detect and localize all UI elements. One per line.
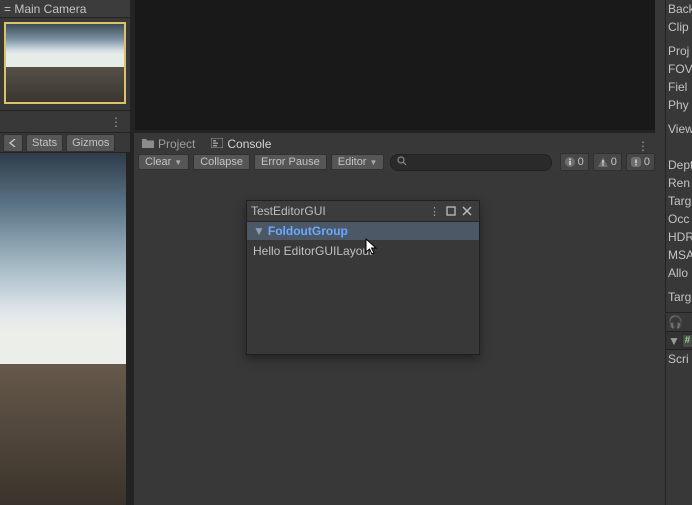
window-titlebar[interactable]: TestEditorGUI ⋮ bbox=[247, 201, 479, 222]
stats-button[interactable]: Stats bbox=[26, 134, 63, 152]
game-view-edge[interactable] bbox=[126, 153, 130, 505]
inspector-panel: Back Clip Proj FOV Fiel Phy View Dept Re… bbox=[665, 0, 692, 505]
error-pause-button[interactable]: Error Pause bbox=[254, 154, 327, 170]
inspector-field[interactable]: Back bbox=[666, 0, 692, 18]
inspector-field[interactable]: HDR bbox=[666, 228, 692, 246]
foldout-label: FoldoutGroup bbox=[268, 224, 348, 238]
tab-console[interactable]: Console bbox=[203, 135, 279, 153]
inspector-field[interactable]: FOV bbox=[666, 60, 692, 78]
warning-counter[interactable]: 0 bbox=[593, 153, 622, 171]
game-view-toolbar: Stats Gizmos bbox=[0, 133, 130, 153]
inspector-field[interactable]: Clip bbox=[666, 18, 692, 36]
scene-preview-toolbar: ⋮ bbox=[0, 110, 130, 133]
count-value: 0 bbox=[644, 156, 650, 168]
kebab-menu-icon[interactable]: ⋮ bbox=[631, 139, 655, 153]
previous-button[interactable] bbox=[3, 134, 23, 152]
button-label: Clear bbox=[145, 156, 171, 168]
editor-dropdown[interactable]: Editor ▼ bbox=[331, 154, 385, 170]
content-text: Hello EditorGUILayout bbox=[253, 244, 372, 258]
count-value: 0 bbox=[611, 156, 617, 168]
gizmos-button[interactable]: Gizmos bbox=[66, 134, 115, 152]
maximize-icon[interactable] bbox=[443, 206, 459, 216]
inspector-field[interactable]: Phy bbox=[666, 96, 692, 114]
inspector-field[interactable]: MSA bbox=[666, 246, 692, 264]
inspector-field[interactable]: Fiel bbox=[666, 78, 692, 96]
foldout-triangle-icon: ▼ bbox=[668, 334, 680, 348]
info-icon bbox=[564, 156, 576, 168]
console-search-input[interactable] bbox=[390, 154, 552, 171]
search-icon bbox=[397, 156, 407, 169]
folder-icon bbox=[142, 137, 154, 151]
button-label: Editor bbox=[338, 156, 367, 168]
tab-label: Console bbox=[227, 137, 271, 151]
game-sky bbox=[0, 153, 130, 364]
clear-button[interactable]: Clear ▼ bbox=[138, 154, 189, 170]
camera-preview-thumbnail[interactable] bbox=[4, 22, 126, 104]
panel-gap bbox=[655, 0, 665, 505]
dropdown-caret-icon: ▼ bbox=[369, 158, 377, 167]
foldout-content: Hello EditorGUILayout bbox=[247, 240, 479, 262]
inspector-field[interactable]: Ren bbox=[666, 174, 692, 192]
scene-view-dark-area bbox=[135, 0, 655, 130]
foldout-triangle-icon: ▼ bbox=[253, 224, 265, 238]
close-icon[interactable] bbox=[459, 206, 475, 216]
warning-icon bbox=[597, 156, 609, 168]
inspector-field[interactable]: Dept bbox=[666, 156, 692, 174]
inspector-field[interactable]: View bbox=[666, 120, 692, 138]
error-icon bbox=[630, 156, 642, 168]
inspector-field[interactable]: Allo bbox=[666, 264, 692, 282]
camera-preview-panel: = Main Camera bbox=[0, 0, 130, 110]
preview-ground bbox=[6, 67, 124, 102]
kebab-menu-icon[interactable]: ⋮ bbox=[106, 115, 126, 129]
inspector-field[interactable]: Targ bbox=[666, 192, 692, 210]
kebab-menu-icon[interactable]: ⋮ bbox=[426, 205, 443, 218]
console-icon bbox=[211, 137, 223, 151]
inspector-field[interactable]: Scri bbox=[666, 350, 692, 368]
dropdown-caret-icon: ▼ bbox=[174, 158, 182, 167]
log-counter[interactable]: 0 bbox=[560, 153, 589, 171]
collapse-button[interactable]: Collapse bbox=[193, 154, 250, 170]
foldout-header[interactable]: ▼ FoldoutGroup bbox=[247, 222, 479, 240]
count-value: 0 bbox=[578, 156, 584, 168]
inspector-field[interactable]: Targ bbox=[666, 288, 692, 306]
component-header[interactable]: ▼ # bbox=[666, 331, 692, 350]
inspector-field[interactable]: Proj bbox=[666, 42, 692, 60]
window-title: TestEditorGUI bbox=[251, 204, 326, 218]
camera-label: = Main Camera bbox=[4, 2, 86, 16]
inspector-field[interactable]: Occ bbox=[666, 210, 692, 228]
floating-window-testeditorgui[interactable]: TestEditorGUI ⋮ ▼ FoldoutGroup Hello Edi… bbox=[246, 200, 480, 355]
tab-label: Project bbox=[158, 137, 195, 151]
tab-project[interactable]: Project bbox=[134, 135, 203, 153]
camera-preview-title[interactable]: = Main Camera bbox=[0, 0, 130, 18]
error-counter[interactable]: 0 bbox=[626, 153, 655, 171]
script-icon: # bbox=[682, 334, 692, 348]
preview-sky bbox=[6, 24, 124, 67]
chevron-left-icon bbox=[9, 139, 17, 147]
game-ground bbox=[0, 364, 130, 505]
bottom-panel-tabs: Project Console ⋮ bbox=[134, 133, 655, 154]
console-toolbar: Clear ▼ Collapse Error Pause Editor ▼ 0 … bbox=[134, 153, 655, 172]
game-view[interactable] bbox=[0, 153, 130, 505]
audio-listener-icon[interactable]: 🎧 bbox=[666, 313, 692, 331]
